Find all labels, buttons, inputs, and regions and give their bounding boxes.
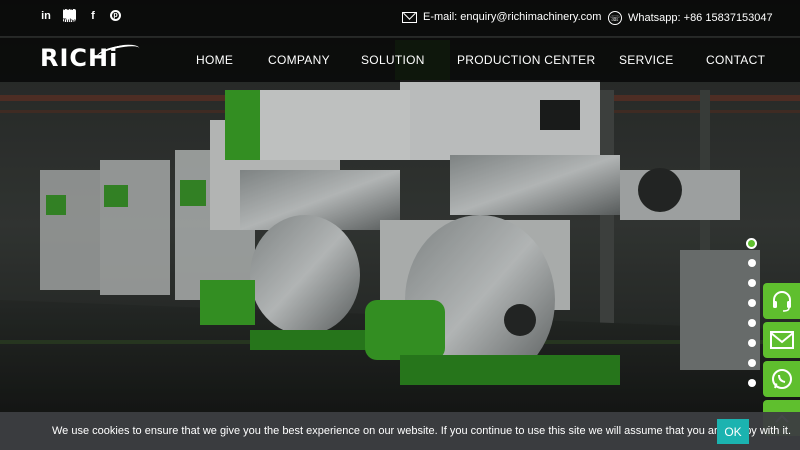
cookie-ok-button[interactable]: OK [717, 419, 749, 444]
whatsapp-contact[interactable]: ☏ Whatsapp: +86 15837153047 [608, 11, 773, 25]
slider-dot-4[interactable] [748, 299, 756, 307]
slider-dot-3[interactable] [748, 279, 756, 287]
nav-home[interactable]: HOME [196, 53, 233, 67]
whatsapp-icon: ☏ [608, 11, 622, 25]
nav-production-center[interactable]: PRODUCTION CENTER [457, 53, 595, 67]
headset-icon [772, 291, 791, 312]
main-navbar: RICHi HOME COMPANY SOLUTION PRODUCTION C… [0, 38, 800, 82]
email-button[interactable] [763, 322, 800, 358]
pinterest-icon[interactable]: p [110, 10, 121, 21]
social-links: in You Tube f p [40, 6, 121, 25]
whatsapp-chat-icon [771, 369, 792, 389]
whatsapp-text: Whatsapp: +86 15837153047 [628, 12, 773, 24]
logo[interactable]: RICHi [40, 41, 141, 72]
cookie-text: We use cookies to ensure that we give yo… [52, 425, 792, 437]
slider-dot-7[interactable] [748, 359, 756, 367]
top-bar: in You Tube f p E-mail: enquiry@richimac… [0, 0, 800, 37]
mail-icon [769, 331, 794, 349]
nav-service[interactable]: SERVICE [619, 53, 674, 67]
whatsapp-button[interactable] [763, 361, 800, 397]
slider-dot-5[interactable] [748, 319, 756, 327]
envelope-icon [402, 11, 417, 23]
headset-button[interactable] [763, 283, 800, 319]
nav-solution[interactable]: SOLUTION [361, 53, 425, 67]
nav-contact[interactable]: CONTACT [706, 53, 765, 67]
slider-dot-1[interactable] [746, 238, 757, 249]
linkedin-icon[interactable]: in [40, 10, 52, 22]
slider-dot-8[interactable] [748, 379, 756, 387]
youtube-icon[interactable]: You Tube [63, 6, 77, 25]
email-contact[interactable]: E-mail: enquiry@richimachinery.com [402, 11, 601, 23]
facebook-icon[interactable]: f [87, 10, 99, 22]
slider-dot-6[interactable] [748, 339, 756, 347]
slider-pagination [746, 238, 757, 399]
nav-company[interactable]: COMPANY [268, 53, 330, 67]
email-text: E-mail: enquiry@richimachinery.com [423, 11, 602, 23]
slider-dot-2[interactable] [748, 259, 756, 267]
cookie-banner: We use cookies to ensure that we give yo… [0, 412, 800, 450]
